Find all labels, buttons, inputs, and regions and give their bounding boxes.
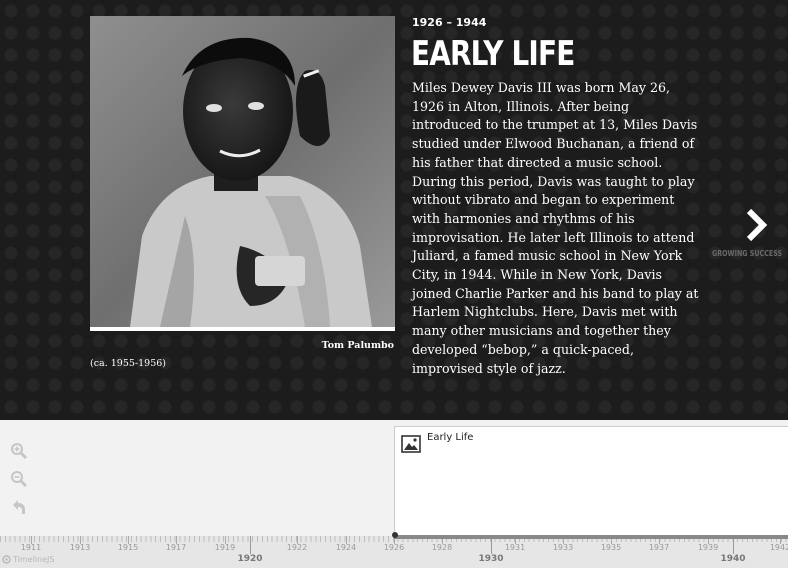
axis-minor-label: 1937	[648, 543, 670, 552]
back-to-start-button[interactable]	[8, 496, 30, 518]
slide-stage: Tom Palumbo (ca. 1955-1956) 1926 – 1944 …	[0, 0, 788, 420]
brand-label: TimelineJS	[13, 555, 55, 564]
marker-dot	[392, 532, 398, 538]
timelinejs-logo-icon	[2, 555, 11, 564]
axis-minor-label: 1931	[504, 543, 526, 552]
marker-active-line	[394, 535, 788, 539]
zoom-out-icon	[11, 471, 28, 488]
axis-minor-label: 1917	[165, 543, 187, 552]
zoom-in-button[interactable]	[8, 440, 30, 462]
axis-major-label: 1940	[720, 554, 746, 564]
axis-minor-label: 1915	[117, 543, 139, 552]
axis-minor-label: 1919	[214, 543, 236, 552]
axis-major-label: 1930	[478, 554, 504, 564]
marker-title: Early Life	[427, 432, 474, 443]
media-credit: Tom Palumbo	[321, 340, 394, 351]
next-slide-title[interactable]: GROWING SUCCESS	[712, 249, 782, 258]
axis-minor-label: 1926	[383, 543, 405, 552]
axis-minor-label: 1928	[431, 543, 453, 552]
timeline-tools	[8, 440, 30, 524]
axis-minor-label: 1939	[697, 543, 719, 552]
next-slide-button[interactable]	[742, 205, 770, 245]
zoom-in-icon	[11, 443, 28, 460]
axis-minor-label: 1942	[769, 543, 788, 552]
media-caption: (ca. 1955-1956)	[90, 358, 166, 369]
timeline-axis: 1911 1913 1915 1917 1919 1922 1924 1926 1928 1931…	[0, 536, 788, 568]
axis-minor-label: 1933	[552, 543, 574, 552]
axis-minor-label: 1913	[69, 543, 91, 552]
axis-minor-label: 1911	[20, 543, 42, 552]
axis-major-label: 1920	[237, 554, 263, 564]
axis-major-tick	[250, 536, 251, 554]
back-to-start-icon	[13, 500, 25, 514]
axis-minor-label: 1924	[335, 543, 357, 552]
slide-body-text: Miles Dewey Davis III was born May 26, 1…	[412, 80, 699, 376]
portrait-photo	[90, 16, 395, 327]
timeline-nav: Early Life 1911 1913 1915 1917 1919 1922 1924 1…	[0, 420, 788, 568]
slide-date-range: 1926 – 1944	[412, 16, 487, 29]
axis-minor-label: 1922	[286, 543, 308, 552]
slide-headline: EARLY LIFE	[411, 34, 575, 74]
media-frame	[90, 16, 395, 331]
axis-minor-label: 1935	[600, 543, 622, 552]
timelinejs-brand[interactable]: TimelineJS	[2, 555, 54, 564]
chevron-right-icon	[746, 208, 768, 242]
zoom-out-button[interactable]	[8, 468, 30, 490]
image-icon	[401, 435, 421, 453]
timeline-marker-early-life[interactable]: Early Life	[394, 426, 788, 538]
